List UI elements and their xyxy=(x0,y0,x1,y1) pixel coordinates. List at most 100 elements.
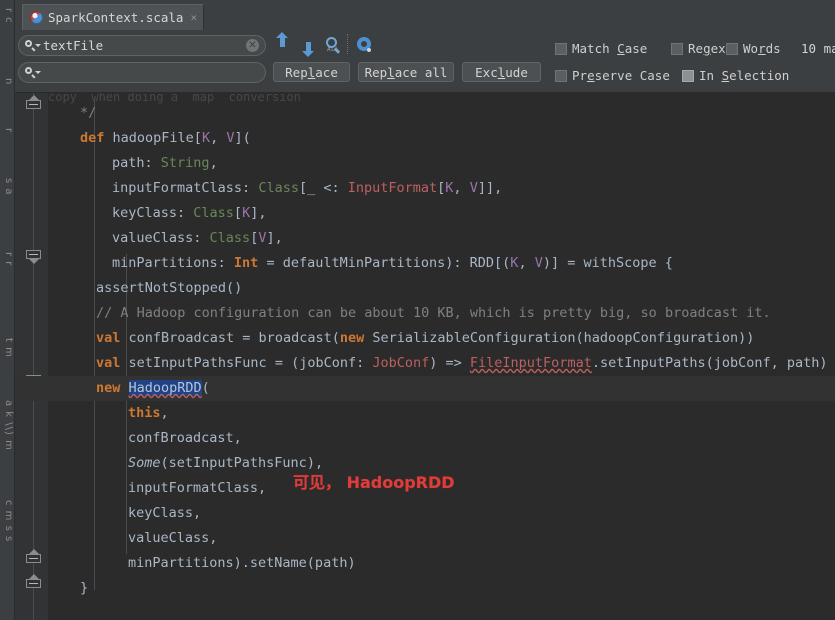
editor-gutter[interactable] xyxy=(14,92,49,620)
code-token: Class xyxy=(258,180,299,196)
fold-marker-start[interactable] xyxy=(26,250,41,264)
replace-input[interactable] xyxy=(18,62,266,83)
code-token: String xyxy=(160,155,210,171)
preserve-case-label: Preserve Case xyxy=(572,68,670,83)
red-annotation-text: 可见， HadoopRDD xyxy=(293,473,455,492)
code-line[interactable]: assertNotStopped() xyxy=(96,276,242,301)
code-token: minPartitions).setName(path) xyxy=(128,555,356,571)
code-token: , xyxy=(160,405,169,421)
code-line[interactable]: inputFormatClass, xyxy=(128,476,266,501)
code-token: K xyxy=(201,130,211,146)
code-token: FileInputFormat xyxy=(469,355,592,371)
find-previous-button[interactable] xyxy=(275,32,292,54)
code-text-area[interactable]: copy when doing a map conversion */def h… xyxy=(14,92,835,620)
editor-tab-sparkcontext[interactable]: SparkContext.scala × xyxy=(22,4,205,30)
code-line[interactable]: // A Hadoop configuration can be about 1… xyxy=(96,301,771,326)
code-token: RDD xyxy=(469,255,495,271)
close-icon[interactable]: × xyxy=(188,12,197,23)
exclude-button[interactable]: Exc l ude xyxy=(462,62,541,82)
code-token: path: xyxy=(112,155,161,171)
code-line[interactable]: valueClass: Class[V], xyxy=(112,226,283,251)
tool-strip-label[interactable]: t m xyxy=(0,338,14,388)
fold-marker-end[interactable] xyxy=(26,95,41,113)
code-token: val xyxy=(96,330,129,346)
search-icon xyxy=(25,39,41,52)
tool-window-strip[interactable]: r c n r s a r r t m a k \\) m c m s s xyxy=(0,0,15,620)
clear-search-icon[interactable]: ✕ xyxy=(246,39,259,52)
code-line[interactable]: valueClass, xyxy=(128,526,217,551)
find-all-button[interactable]: ALL xyxy=(324,37,342,54)
code-token: this xyxy=(128,405,161,421)
code-token: assertNotStopped() xyxy=(96,280,243,296)
code-line[interactable]: keyClass, xyxy=(128,501,201,526)
code-token: inputFormatClass xyxy=(128,480,259,496)
code-token: confBroadcast = broadcast( xyxy=(128,330,340,346)
code-token: , xyxy=(209,155,218,171)
tool-strip-label[interactable]: r r xyxy=(0,252,14,302)
tool-strip-label[interactable]: c m s s xyxy=(0,500,14,590)
code-line[interactable]: */ xyxy=(80,101,96,126)
code-token: [( xyxy=(494,255,511,271)
code-line[interactable]: minPartitions).setName(path) xyxy=(128,551,356,576)
code-editor[interactable]: copy when doing a map conversion */def h… xyxy=(14,92,835,620)
code-line[interactable]: path: String, xyxy=(112,151,218,176)
fold-marker-end[interactable] xyxy=(26,549,41,567)
code-line[interactable]: inputFormatClass: Class[_ <: InputFormat… xyxy=(112,176,502,201)
code-token: ( xyxy=(201,380,210,396)
code-token: */ xyxy=(80,105,97,121)
code-line[interactable]: confBroadcast, xyxy=(128,426,242,451)
code-line[interactable]: } xyxy=(80,576,88,601)
code-line[interactable]: this, xyxy=(128,401,169,426)
code-line[interactable]: minPartitions: Int = defaultMinPartition… xyxy=(112,251,673,276)
code-token: inputFormatClass: xyxy=(112,180,259,196)
code-token: // A Hadoop configuration can be about 1… xyxy=(96,305,771,321)
words-checkbox[interactable]: Words xyxy=(726,41,781,56)
code-token: setInputPathsFunc = (jobConf: xyxy=(128,355,373,371)
in-selection-checkbox[interactable]: In Selection xyxy=(682,68,789,83)
find-next-button[interactable] xyxy=(301,37,318,57)
words-label: Words xyxy=(743,41,781,56)
preserve-case-checkbox[interactable]: Preserve Case xyxy=(555,68,670,83)
code-token: minPartitions: xyxy=(112,255,234,271)
search-settings-button[interactable] xyxy=(356,36,373,53)
toolbar-divider xyxy=(347,34,349,54)
code-token: } xyxy=(80,580,89,596)
tool-strip-label[interactable]: r c xyxy=(0,8,14,68)
code-line[interactable]: val confBroadcast = broadcast(new Serial… xyxy=(96,326,754,351)
code-line[interactable]: def hadoopFile[K, V]( xyxy=(80,126,251,151)
checkbox-box xyxy=(555,42,567,55)
replace-button-pre: Rep xyxy=(285,64,308,80)
code-line[interactable]: keyClass: Class[K], xyxy=(112,201,266,226)
code-token: [ xyxy=(233,205,243,221)
replace-button[interactable]: Rep l ace xyxy=(273,62,350,82)
arrow-down-icon xyxy=(302,42,314,57)
fold-marker-end[interactable] xyxy=(26,574,41,592)
code-line[interactable]: new HadoopRDD( xyxy=(96,376,210,401)
tool-strip-label[interactable]: s a xyxy=(0,178,14,228)
code-token: ], xyxy=(250,205,267,221)
code-token: new xyxy=(96,380,129,396)
tool-strip-label[interactable]: r xyxy=(0,128,14,168)
match-case-checkbox[interactable]: Match Case xyxy=(555,41,647,56)
regex-checkbox[interactable]: Regex xyxy=(671,41,726,56)
editor-tab-bar: SparkContext.scala × xyxy=(14,0,835,31)
tool-strip-label[interactable]: n xyxy=(0,78,14,118)
code-token: def xyxy=(80,130,113,146)
code-token: keyClass: xyxy=(112,205,194,221)
ide-window: r c n r s a r r t m a k \\) m c m s s Sp… xyxy=(0,0,835,620)
tool-strip-label[interactable]: a k \\) m xyxy=(0,400,14,480)
find-replace-panel: textFile ✕ ALL Rep l ace Rep l ace all E… xyxy=(14,30,835,93)
code-token: , xyxy=(210,130,227,146)
search-input[interactable]: textFile ✕ xyxy=(18,35,266,56)
code-line[interactable]: val setInputPathsFunc = (jobConf: JobCon… xyxy=(96,351,828,376)
code-token: HadoopRDD xyxy=(128,380,202,396)
checkbox-box xyxy=(682,69,694,82)
replace-all-button[interactable]: Rep l ace all xyxy=(358,62,454,82)
indent-guide xyxy=(94,100,95,590)
code-token: Class xyxy=(193,205,234,221)
match-case-label: Match Case xyxy=(572,41,648,56)
checkbox-box xyxy=(555,69,567,82)
code-token: valueClass xyxy=(128,530,210,546)
code-token: [ xyxy=(193,130,202,146)
code-token: K xyxy=(242,205,251,221)
